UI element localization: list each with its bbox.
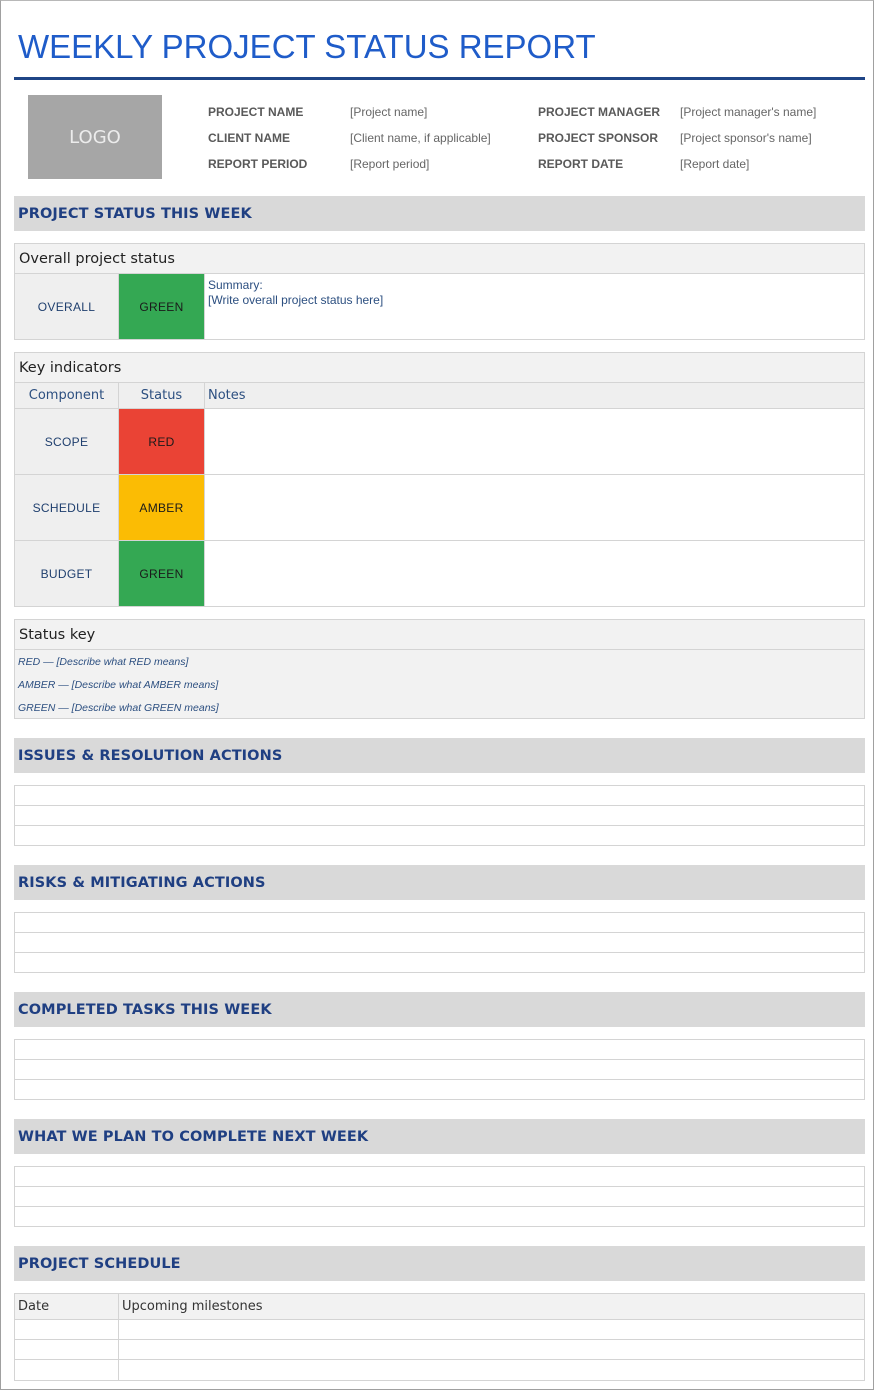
- schedule-milestone-cell[interactable]: [119, 1320, 864, 1339]
- overall-status-row: OVERALL GREEN Summary: [Write overall pr…: [15, 274, 864, 339]
- project-manager-label: PROJECT MANAGER: [538, 105, 661, 119]
- column-header-notes: Notes: [208, 388, 246, 403]
- section-title: PROJECT STATUS THIS WEEK: [18, 205, 252, 222]
- report-date-label: REPORT DATE: [538, 157, 624, 171]
- overall-summary-cell[interactable]: Summary: [Write overall project status h…: [205, 274, 864, 339]
- issues-table: [14, 785, 865, 846]
- schedule-header-row: Date Upcoming milestones: [15, 1294, 864, 1320]
- overall-status-value: GREEN: [139, 299, 184, 314]
- overall-status-table: Overall project status OVERALL GREEN Sum…: [14, 243, 865, 340]
- schedule-row: [15, 1320, 864, 1340]
- section-header-project-status: PROJECT STATUS THIS WEEK: [14, 196, 865, 231]
- risks-row[interactable]: [15, 933, 864, 953]
- title-divider: [14, 77, 865, 80]
- schedule-milestone-cell[interactable]: [119, 1340, 864, 1359]
- indicator-notes-cell[interactable]: [205, 409, 864, 474]
- indicator-component-label: SCHEDULE: [32, 500, 101, 515]
- schedule-date-cell[interactable]: [15, 1360, 119, 1380]
- logo-placeholder[interactable]: LOGO: [28, 95, 162, 179]
- key-indicators-header-row: Component Status Notes: [15, 383, 864, 409]
- summary-text: [Write overall project status here]: [208, 293, 384, 307]
- status-key-title-text: Status key: [19, 626, 96, 643]
- status-key-red[interactable]: RED — [Describe what RED means]: [15, 650, 864, 673]
- section-title: COMPLETED TASKS THIS WEEK: [18, 1001, 272, 1018]
- completed-task-row[interactable]: [15, 1060, 864, 1080]
- schedule-date-cell[interactable]: [15, 1320, 119, 1339]
- client-name-field[interactable]: [Client name, if applicable]: [350, 131, 491, 145]
- column-header-milestones: Upcoming milestones: [122, 1299, 263, 1314]
- section-title: WHAT WE PLAN TO COMPLETE NEXT WEEK: [18, 1128, 369, 1145]
- indicator-row-budget: BUDGET GREEN: [15, 541, 864, 606]
- indicator-row-scope: SCOPE RED: [15, 409, 864, 475]
- report-period-field[interactable]: [Report period]: [350, 157, 429, 171]
- column-header-component: Component: [15, 383, 119, 408]
- report-period-label: REPORT PERIOD: [208, 157, 308, 171]
- logo-label: LOGO: [69, 126, 121, 148]
- schedule-date-cell[interactable]: [15, 1340, 119, 1359]
- section-title: PROJECT SCHEDULE: [18, 1255, 181, 1272]
- indicator-status-value: AMBER: [139, 500, 184, 515]
- overall-status-title: Overall project status: [15, 244, 864, 274]
- report-date-field[interactable]: [Report date]: [680, 157, 749, 171]
- overall-status-title-text: Overall project status: [19, 250, 175, 267]
- indicator-status-value: GREEN: [139, 566, 184, 581]
- section-title: RISKS & MITIGATING ACTIONS: [18, 874, 266, 891]
- status-key-title: Status key: [15, 620, 864, 650]
- completed-task-row[interactable]: [15, 1080, 864, 1100]
- indicator-component-label: BUDGET: [40, 566, 93, 581]
- indicator-status-badge[interactable]: GREEN: [119, 541, 205, 606]
- section-header-completed-tasks: COMPLETED TASKS THIS WEEK: [14, 992, 865, 1027]
- indicator-component-cell: BUDGET: [15, 541, 119, 606]
- planned-task-row[interactable]: [15, 1167, 864, 1187]
- section-title: ISSUES & RESOLUTION ACTIONS: [18, 747, 283, 764]
- overall-component-label: OVERALL: [37, 299, 96, 314]
- risks-row[interactable]: [15, 913, 864, 933]
- key-indicators-title: Key indicators: [15, 353, 864, 383]
- status-key-green[interactable]: GREEN — [Describe what GREEN means]: [15, 696, 864, 719]
- next-week-table: [14, 1166, 865, 1227]
- indicator-component-cell: SCOPE: [15, 409, 119, 474]
- project-sponsor-field[interactable]: [Project sponsor's name]: [680, 131, 812, 145]
- issues-row[interactable]: [15, 786, 864, 806]
- risks-row[interactable]: [15, 953, 864, 973]
- indicator-notes-cell[interactable]: [205, 541, 864, 606]
- issues-row[interactable]: [15, 806, 864, 826]
- project-name-label: PROJECT NAME: [208, 105, 304, 119]
- planned-task-row[interactable]: [15, 1187, 864, 1207]
- project-manager-field[interactable]: [Project manager's name]: [680, 105, 816, 119]
- project-name-field[interactable]: [Project name]: [350, 105, 427, 119]
- schedule-row: [15, 1340, 864, 1360]
- planned-task-row[interactable]: [15, 1207, 864, 1227]
- section-header-risks: RISKS & MITIGATING ACTIONS: [14, 865, 865, 900]
- column-header-date: Date: [15, 1294, 119, 1319]
- risks-table: [14, 912, 865, 973]
- column-header-status: Status: [119, 383, 205, 408]
- status-key-amber[interactable]: AMBER — [Describe what AMBER means]: [15, 673, 864, 696]
- indicator-status-value: RED: [148, 434, 175, 449]
- indicator-row-schedule: SCHEDULE AMBER: [15, 475, 864, 541]
- schedule-row: [15, 1360, 864, 1380]
- report-title: WEEKLY PROJECT STATUS REPORT: [18, 28, 596, 65]
- indicator-notes-cell[interactable]: [205, 475, 864, 540]
- client-name-label: CLIENT NAME: [208, 131, 290, 145]
- schedule-table: Date Upcoming milestones: [14, 1293, 865, 1381]
- section-header-project-schedule: PROJECT SCHEDULE: [14, 1246, 865, 1281]
- completed-tasks-table: [14, 1039, 865, 1100]
- indicator-status-badge[interactable]: RED: [119, 409, 205, 474]
- completed-task-row[interactable]: [15, 1040, 864, 1060]
- issues-row[interactable]: [15, 826, 864, 846]
- section-header-next-week: WHAT WE PLAN TO COMPLETE NEXT WEEK: [14, 1119, 865, 1154]
- project-sponsor-label: PROJECT SPONSOR: [538, 131, 659, 145]
- overall-status-badge[interactable]: GREEN: [119, 274, 205, 339]
- indicator-component-cell: SCHEDULE: [15, 475, 119, 540]
- indicator-status-badge[interactable]: AMBER: [119, 475, 205, 540]
- status-key-table: Status key RED — [Describe what RED mean…: [14, 619, 865, 719]
- schedule-milestone-cell[interactable]: [119, 1360, 864, 1380]
- key-indicators-table: Key indicators Component Status Notes SC…: [14, 352, 865, 607]
- indicator-component-label: SCOPE: [44, 434, 89, 449]
- section-header-issues: ISSUES & RESOLUTION ACTIONS: [14, 738, 865, 773]
- overall-component-cell: OVERALL: [15, 274, 119, 339]
- key-indicators-title-text: Key indicators: [19, 359, 122, 376]
- summary-label: Summary:: [208, 278, 263, 292]
